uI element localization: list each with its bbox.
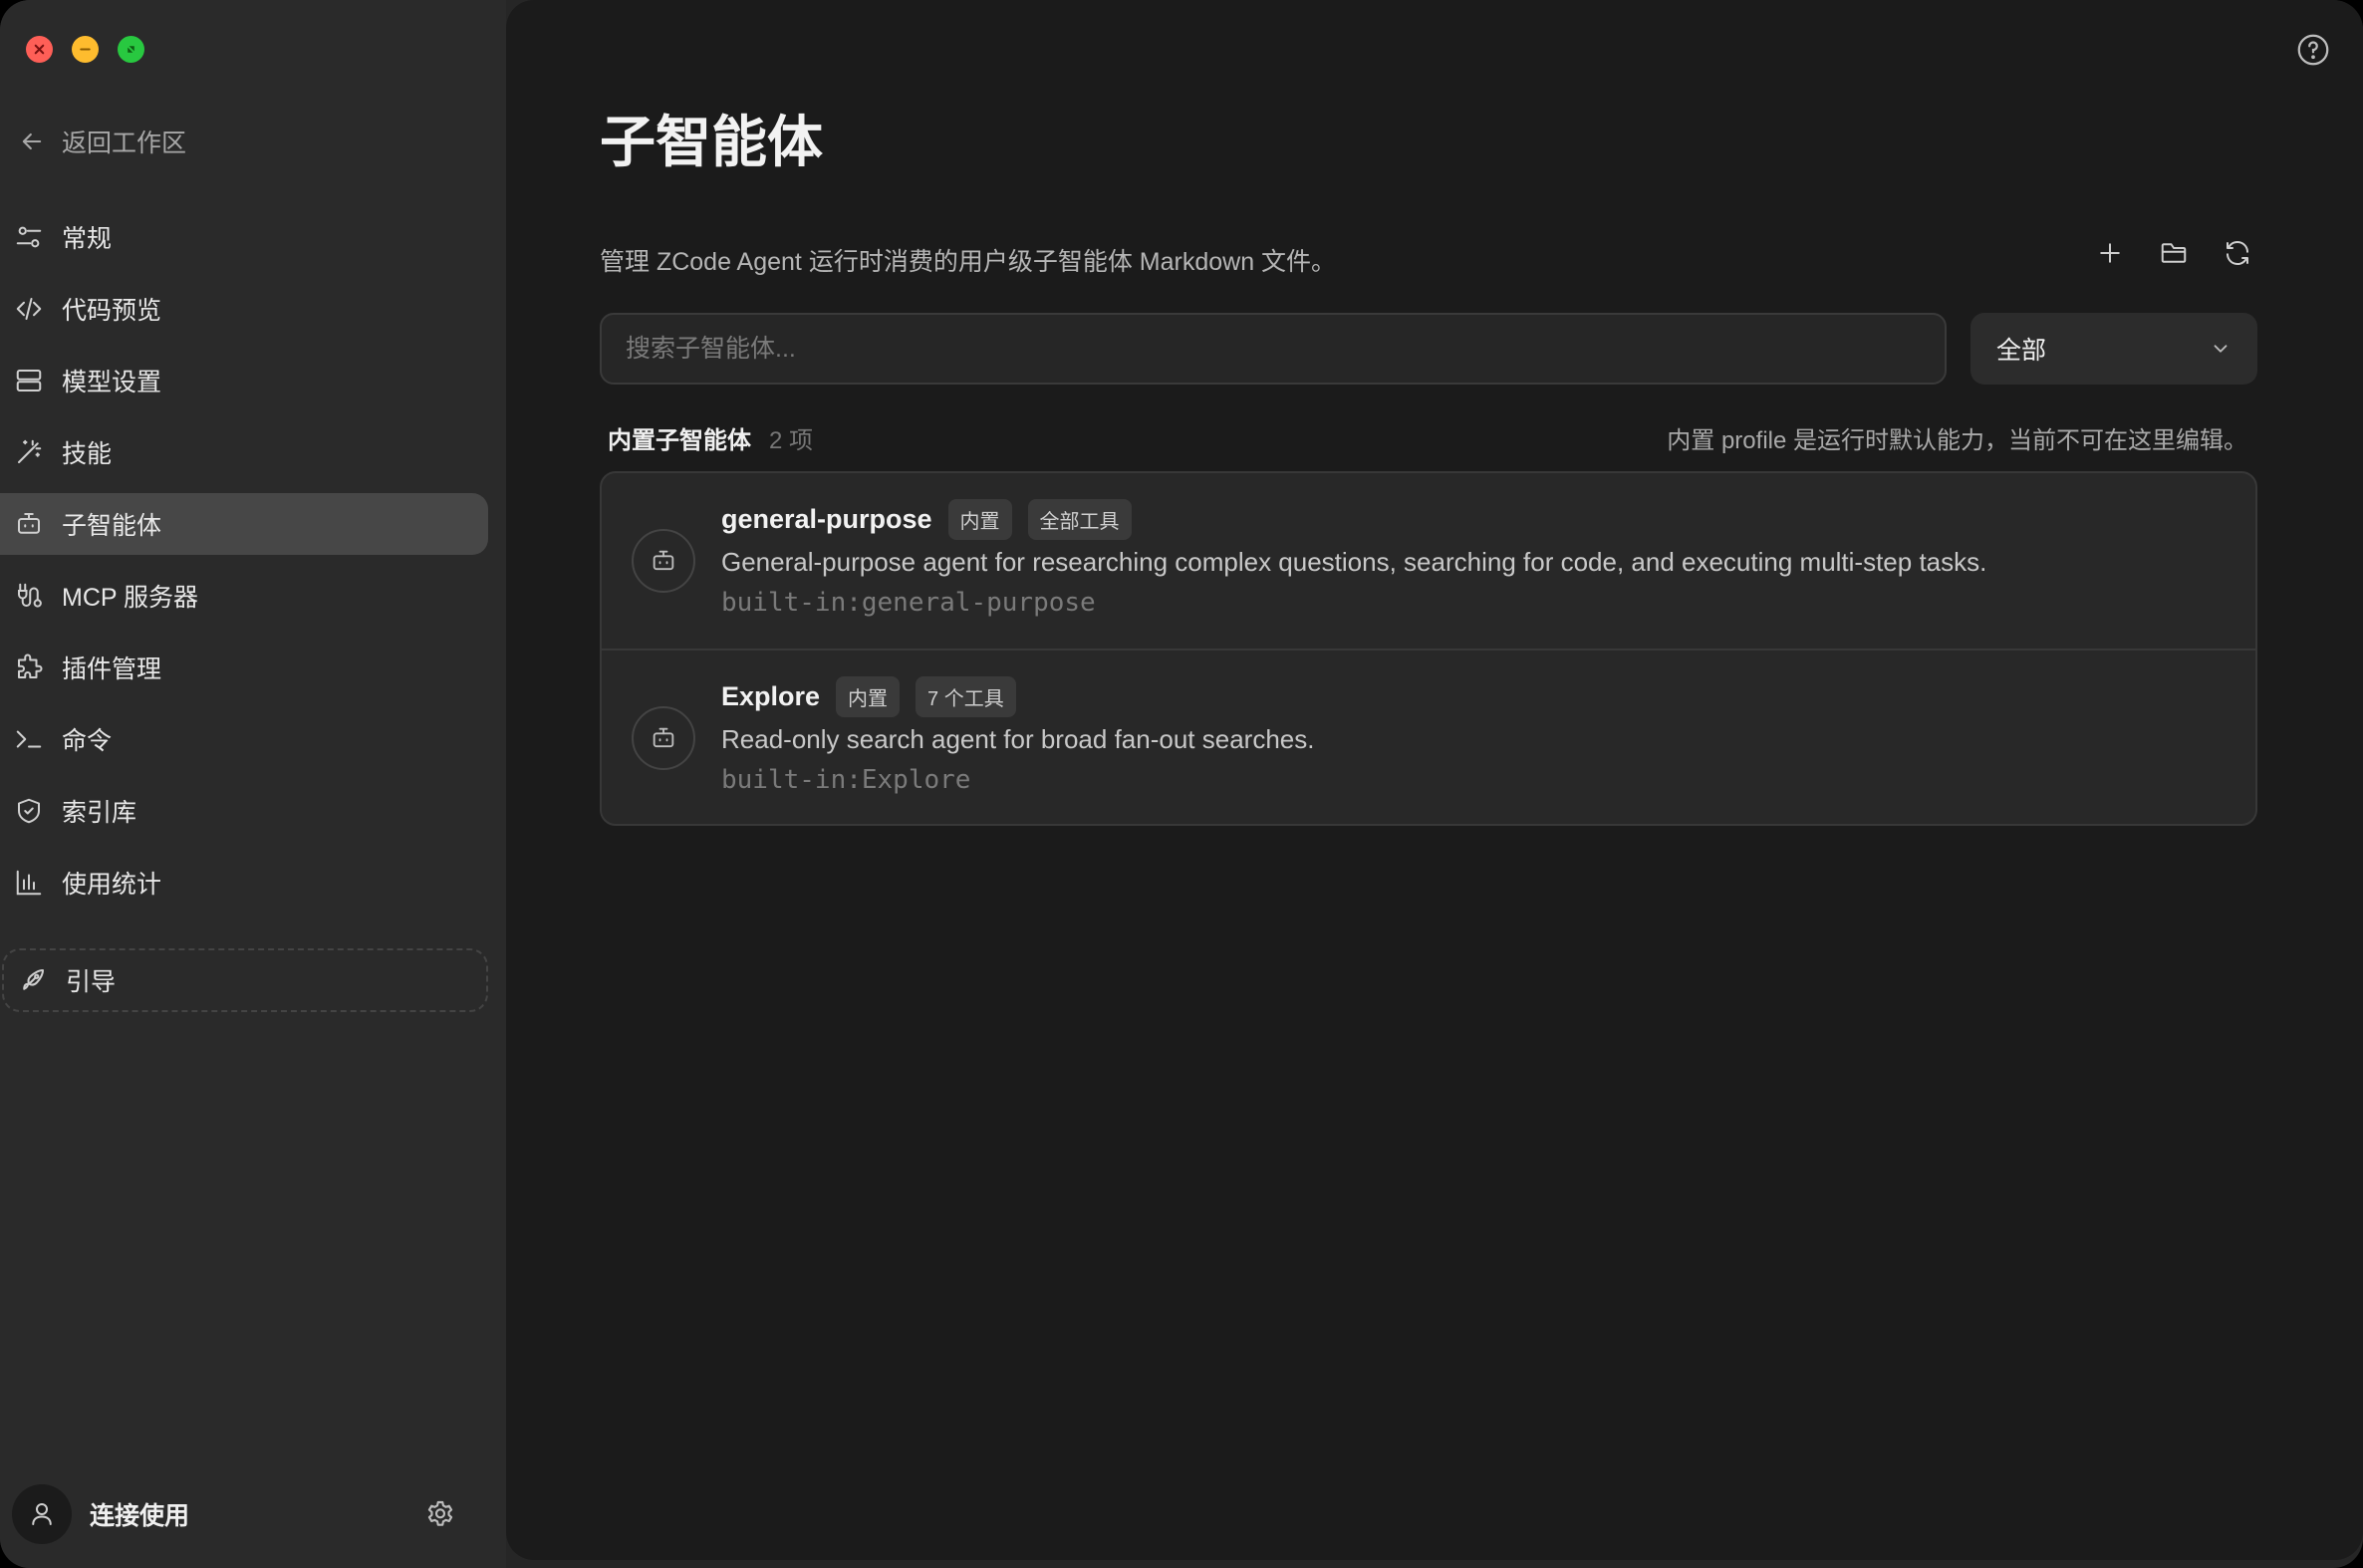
plus-icon [2100,243,2120,263]
sidebar-item-label: 技能 [62,440,113,468]
filter-select[interactable]: 全部 [1970,313,2257,385]
tools-badge: 7 个工具 [916,676,1016,717]
main-panel: 子智能体 管理 ZCode Agent 运行时消费的用户级子智能体 Markdo… [506,0,2363,1560]
server-icon [16,370,42,392]
guide-label: 引导 [66,968,117,996]
sidebar-item-general[interactable]: 常规 [0,206,488,268]
sidebar-item-label: 模型设置 [62,369,162,396]
minimize-icon [80,48,91,51]
sidebar-item-skills[interactable]: 技能 [0,421,488,483]
sidebar-item-label: MCP 服务器 [62,584,199,612]
sidebar-item-commands[interactable]: 命令 [0,708,488,770]
sidebar-item-index[interactable]: 索引库 [0,780,488,842]
puzzle-icon [18,653,43,678]
agent-header: Explore 内置 7 个工具 [721,676,1016,717]
traffic-lights [26,36,144,63]
close-icon [34,44,45,55]
sidebar-item-plugins[interactable]: 插件管理 [0,637,488,698]
plug-icon [18,583,42,608]
rocket-icon [23,969,44,990]
sidebar-item-label: 子智能体 [62,512,162,540]
add-subagent-button[interactable] [2094,237,2126,269]
section-header: 内置子智能体 2 项 [608,420,813,455]
page-title: 子智能体 [600,111,823,173]
settings-nav: 常规 代码预览 模型设置 技能 子智能体 MCP 服务器 插件管理 命令 索引库… [0,206,506,923]
agent-avatar [632,529,695,593]
agent-list: general-purpose 内置 全部工具 General-purpose … [600,471,2257,826]
back-label: 返回工作区 [62,130,187,157]
open-folder-button[interactable] [2158,237,2190,269]
app-window: 返回工作区 常规 代码预览 模型设置 技能 子智能体 MCP 服务器 插件管理 … [0,0,2363,1568]
user-area: 连接使用 [12,1482,460,1546]
gear-icon [427,1500,453,1526]
magic-wand-icon [18,439,42,463]
section-note: 内置 profile 是运行时默认能力，当前不可在这里编辑。 [1667,427,2247,454]
tools-badge: 全部工具 [1027,499,1132,540]
close-window-button[interactable] [26,36,53,63]
bot-icon [653,727,674,748]
back-to-workspace-link[interactable]: 返回工作区 [18,124,186,159]
list-item[interactable]: Explore 内置 7 个工具 Read-only search agent … [602,649,2255,824]
section-count: 2 项 [769,427,814,454]
settings-button[interactable] [420,1494,460,1534]
section-title: 内置子智能体 [608,427,751,454]
toolbar [2094,237,2253,269]
sidebar-item-subagents[interactable]: 子智能体 [0,493,488,555]
sidebar-item-label: 索引库 [62,799,137,827]
sidebar-item-code-preview[interactable]: 代码预览 [0,278,488,340]
user-icon [32,1503,52,1525]
minimize-window-button[interactable] [72,36,99,63]
agent-id: built-in:Explore [721,765,971,795]
list-item[interactable]: general-purpose 内置 全部工具 General-purpose … [602,473,2255,649]
sidebar-item-label: 使用统计 [62,871,162,899]
builtin-badge: 内置 [947,499,1012,540]
refresh-button[interactable] [2222,237,2253,269]
search-input[interactable] [600,313,1947,385]
sidebar-item-label: 常规 [62,225,113,253]
sidebar: 返回工作区 常规 代码预览 模型设置 技能 子智能体 MCP 服务器 插件管理 … [0,0,506,1568]
agent-header: general-purpose 内置 全部工具 [721,499,1132,540]
sidebar-item-label: 代码预览 [62,297,162,325]
code-icon [16,298,42,320]
agent-name[interactable]: Explore [721,681,820,712]
bot-icon [18,513,40,534]
agent-id: built-in:general-purpose [721,588,1096,618]
shield-icon [18,798,40,824]
sidebar-item-label: 插件管理 [62,655,162,683]
agent-name[interactable]: general-purpose [721,504,932,535]
builtin-badge: 内置 [836,676,901,717]
agent-description: Read-only search agent for broad fan-out… [721,724,1315,754]
sidebar-item-usage-stats[interactable]: 使用统计 [0,852,488,914]
help-icon [2297,34,2329,66]
guide-button[interactable]: 引导 [2,948,488,1012]
page-description: 管理 ZCode Agent 运行时消费的用户级子智能体 Markdown 文件… [600,248,1337,276]
refresh-icon [2227,240,2248,266]
bot-icon [653,550,674,571]
maximize-window-button[interactable] [118,36,144,63]
arrow-left-icon [22,132,42,150]
sidebar-item-model-settings[interactable]: 模型设置 [0,350,488,411]
agent-description: General-purpose agent for researching co… [721,547,1987,577]
sidebar-item-label: 命令 [62,727,113,755]
bar-chart-icon [16,870,42,896]
filter-value: 全部 [1996,337,2047,365]
chevron-down-icon [2214,345,2228,353]
folder-icon [2161,243,2187,263]
help-button[interactable] [2295,32,2331,68]
avatar[interactable] [12,1484,72,1544]
sidebar-item-mcp-servers[interactable]: MCP 服务器 [0,565,488,627]
fullscreen-icon [128,46,134,53]
user-label[interactable]: 连接使用 [90,1496,189,1532]
agent-avatar [632,706,695,770]
terminal-icon [16,730,42,748]
sliders-icon [16,226,42,248]
